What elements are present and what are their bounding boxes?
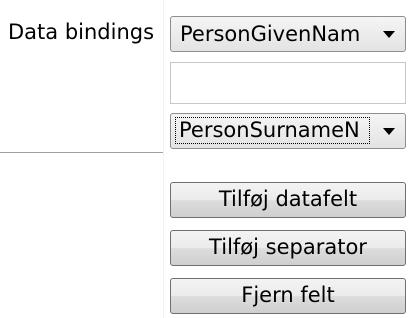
separator-textbox[interactable] <box>170 62 406 104</box>
dropdown-arrow-icon[interactable] <box>383 31 395 38</box>
given-name-combobox-value: PersonGivenNam <box>180 22 361 46</box>
remove-field-button[interactable]: Fjern felt <box>170 278 406 314</box>
surname-combobox-value: PersonSurnameN <box>175 117 370 144</box>
add-field-button[interactable]: Tilføj datafelt <box>170 182 406 218</box>
data-bindings-label: Data bindings <box>8 20 155 44</box>
add-separator-button[interactable]: Tilføj separator <box>170 230 406 266</box>
column-divider <box>163 0 164 318</box>
given-name-combobox[interactable]: PersonGivenNam <box>170 16 406 52</box>
data-bindings-panel: Data bindings PersonGivenNam PersonSurna… <box>0 0 414 318</box>
dropdown-arrow-icon[interactable] <box>383 128 395 135</box>
surname-combobox[interactable]: PersonSurnameN <box>170 113 406 149</box>
row-divider <box>0 152 163 153</box>
